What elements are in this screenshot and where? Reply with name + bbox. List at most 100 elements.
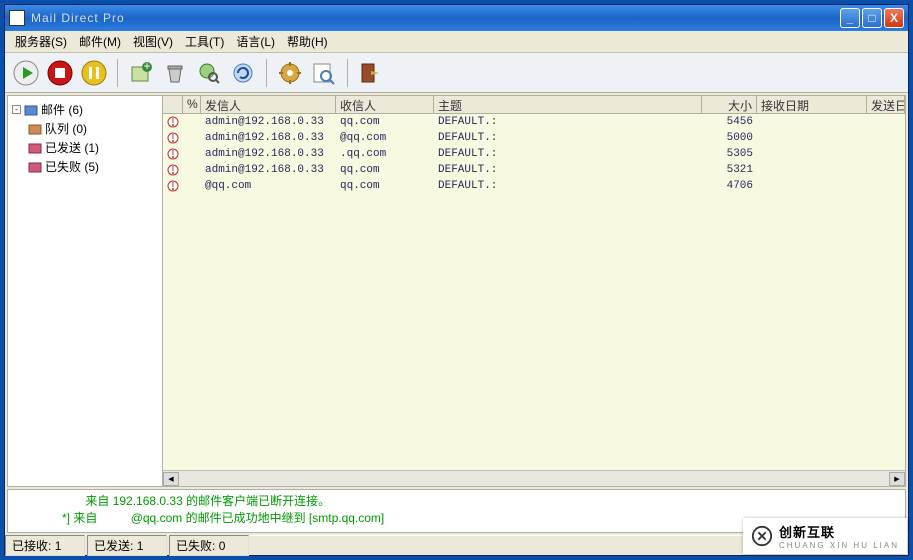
- watermark-logo-icon: [751, 525, 773, 547]
- play-button[interactable]: [11, 58, 41, 88]
- gear-icon: [278, 61, 302, 85]
- scroll-track[interactable]: [179, 472, 889, 486]
- horizontal-scrollbar[interactable]: ◀ ▶: [163, 470, 905, 486]
- toolbar-separator: [266, 59, 267, 87]
- minimize-button[interactable]: _: [840, 8, 860, 28]
- tree-queue-label: 队列 (0): [45, 120, 87, 137]
- window-title: Mail Direct Pro: [31, 11, 840, 25]
- menu-server[interactable]: 服务器(S): [9, 31, 73, 52]
- col-icon[interactable]: [163, 96, 183, 113]
- mail-grid: % 发信人 收信人 主题 大小 接收日期 发送日期 admin@192.168.…: [163, 96, 905, 486]
- trash-icon: [163, 61, 187, 85]
- app-icon: [9, 10, 25, 26]
- scroll-left-button[interactable]: ◀: [163, 472, 179, 486]
- status-failed: 已失败: 0: [169, 535, 249, 556]
- watermark-brand: 创新互联: [779, 522, 899, 541]
- menu-tools[interactable]: 工具(T): [179, 31, 230, 52]
- tree-sent[interactable]: 已发送 (1): [10, 138, 160, 157]
- titlebar[interactable]: Mail Direct Pro _ □ X: [5, 5, 908, 31]
- table-row[interactable]: admin@192.168.0.33qq.comDEFAULT.:5321: [163, 162, 905, 178]
- menu-language[interactable]: 语言(L): [230, 31, 281, 52]
- watermark: 创新互联 CHUANG XIN HU LIAN: [743, 518, 907, 554]
- tree-queue[interactable]: 队列 (0): [10, 119, 160, 138]
- col-from[interactable]: 发信人: [201, 96, 336, 113]
- sent-icon: [28, 141, 42, 155]
- row-size: 5456: [702, 116, 757, 128]
- status-received: 已接收: 1: [5, 535, 85, 556]
- row-size: 4706: [702, 180, 757, 192]
- exit-icon: [359, 61, 383, 85]
- row-from: admin@192.168.0.33: [201, 132, 336, 144]
- table-row[interactable]: admin@192.168.0.33.qq.comDEFAULT.:5305: [163, 146, 905, 162]
- collapse-icon[interactable]: -: [12, 105, 21, 114]
- watermark-sub: CHUANG XIN HU LIAN: [779, 541, 899, 550]
- toolbar: +: [5, 53, 908, 93]
- grid-header[interactable]: % 发信人 收信人 主题 大小 接收日期 发送日期: [163, 96, 905, 114]
- folder-tree[interactable]: - 邮件 (6) 队列 (0) 已发送 (1) 已失败 (5): [8, 96, 163, 486]
- preview-button[interactable]: [309, 58, 339, 88]
- row-size: 5000: [702, 132, 757, 144]
- row-status-icon: [163, 164, 183, 176]
- content-area: - 邮件 (6) 队列 (0) 已发送 (1) 已失败 (5) % 发信人: [7, 95, 906, 487]
- svg-text:+: +: [143, 61, 150, 73]
- tree-failed-label: 已失败 (5): [45, 158, 99, 175]
- tree-root-label: 邮件 (6): [41, 101, 83, 118]
- scroll-right-button[interactable]: ▶: [889, 472, 905, 486]
- row-subject: DEFAULT.:: [434, 180, 702, 192]
- pause-button[interactable]: [79, 58, 109, 88]
- row-status-icon: [163, 180, 183, 192]
- tree-sent-label: 已发送 (1): [45, 139, 99, 156]
- row-size: 5305: [702, 148, 757, 160]
- refresh-icon: [231, 61, 255, 85]
- table-row[interactable]: admin@192.168.0.33qq.comDEFAULT.:5456: [163, 114, 905, 130]
- maximize-button[interactable]: □: [862, 8, 882, 28]
- menubar: 服务器(S) 邮件(M) 视图(V) 工具(T) 语言(L) 帮助(H): [5, 31, 908, 53]
- close-button[interactable]: X: [884, 8, 904, 28]
- tree-failed[interactable]: 已失败 (5): [10, 157, 160, 176]
- toolbar-separator: [347, 59, 348, 87]
- row-status-icon: [163, 148, 183, 160]
- grid-body[interactable]: admin@192.168.0.33qq.comDEFAULT.:5456adm…: [163, 114, 905, 470]
- row-from: admin@192.168.0.33: [201, 116, 336, 128]
- col-subject[interactable]: 主题: [434, 96, 702, 113]
- col-sent[interactable]: 发送日期: [867, 96, 905, 113]
- pause-icon: [81, 60, 107, 86]
- col-received[interactable]: 接收日期: [757, 96, 867, 113]
- toolbar-separator: [117, 59, 118, 87]
- row-from: admin@192.168.0.33: [201, 164, 336, 176]
- find-button[interactable]: [194, 58, 224, 88]
- stop-button[interactable]: [45, 58, 75, 88]
- globe-search-icon: [197, 61, 221, 85]
- row-to: qq.com: [336, 116, 434, 128]
- add-button[interactable]: +: [126, 58, 156, 88]
- delete-button[interactable]: [160, 58, 190, 88]
- failed-icon: [28, 160, 42, 174]
- row-size: 5321: [702, 164, 757, 176]
- app-window: Mail Direct Pro _ □ X 服务器(S) 邮件(M) 视图(V)…: [4, 4, 909, 556]
- status-sent: 已发送: 1: [87, 535, 167, 556]
- row-to: qq.com: [336, 164, 434, 176]
- menu-help[interactable]: 帮助(H): [281, 31, 334, 52]
- refresh-button[interactable]: [228, 58, 258, 88]
- exit-button[interactable]: [356, 58, 386, 88]
- col-size[interactable]: 大小: [702, 96, 757, 113]
- row-to: @qq.com: [336, 132, 434, 144]
- table-row[interactable]: admin@192.168.0.33@qq.comDEFAULT.:5000: [163, 130, 905, 146]
- stop-icon: [47, 60, 73, 86]
- table-row[interactable]: @qq.comqq.comDEFAULT.:4706: [163, 178, 905, 194]
- row-subject: DEFAULT.:: [434, 132, 702, 144]
- col-to[interactable]: 收信人: [336, 96, 434, 113]
- menu-view[interactable]: 视图(V): [127, 31, 179, 52]
- box-plus-icon: +: [129, 61, 153, 85]
- settings-button[interactable]: [275, 58, 305, 88]
- row-to: qq.com: [336, 180, 434, 192]
- row-status-icon: [163, 132, 183, 144]
- tree-root[interactable]: - 邮件 (6): [10, 100, 160, 119]
- mail-folder-icon: [24, 103, 38, 117]
- row-from: @qq.com: [201, 180, 336, 192]
- col-percent[interactable]: %: [183, 96, 201, 113]
- row-from: admin@192.168.0.33: [201, 148, 336, 160]
- menu-mail[interactable]: 邮件(M): [73, 31, 127, 52]
- log-line: 来自 192.168.0.33 的邮件客户端已断开连接。: [12, 492, 901, 509]
- magnify-icon: [312, 61, 336, 85]
